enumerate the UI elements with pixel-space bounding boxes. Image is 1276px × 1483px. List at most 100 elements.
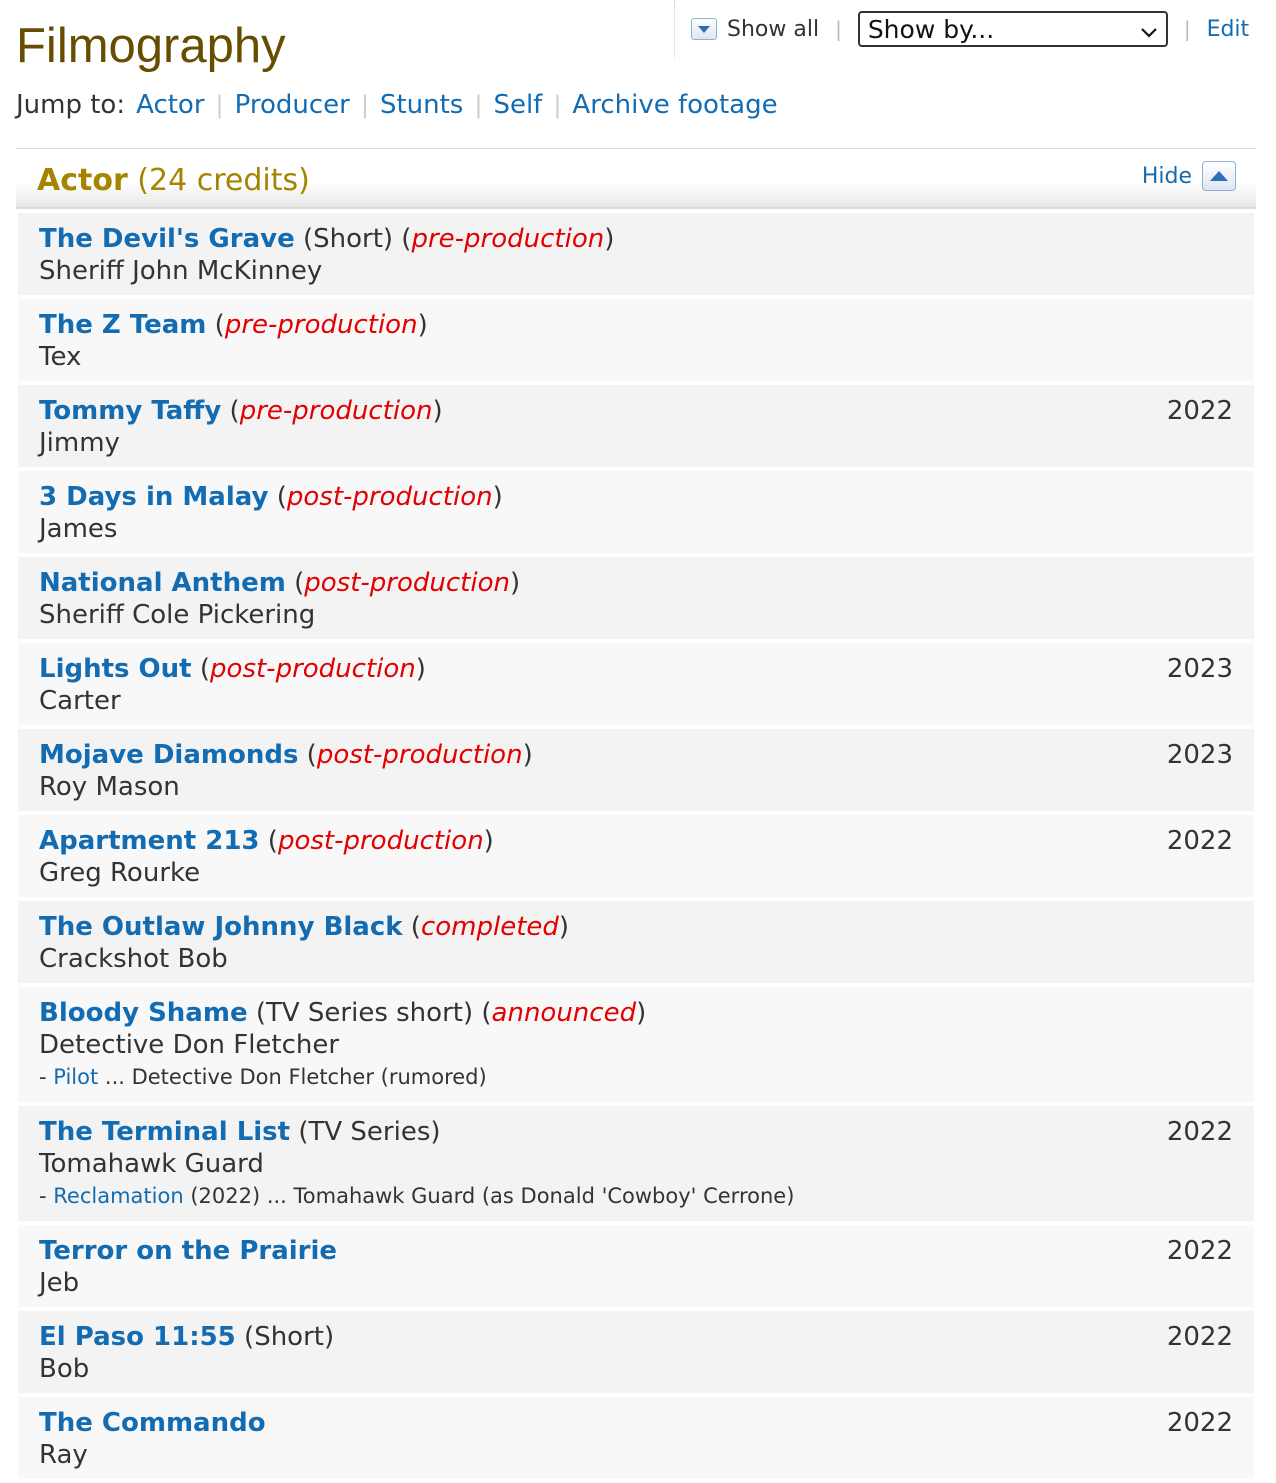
credit-status: post-production <box>286 482 493 512</box>
credit-year: 2022 <box>1166 1408 1233 1438</box>
credit-title-link[interactable]: The Commando <box>39 1408 266 1438</box>
filmography-header: Filmography Show all | Show by... | Edit… <box>0 0 1276 150</box>
credit-title-link[interactable]: The Z Team <box>39 310 206 340</box>
credit-status: post-production <box>277 826 484 856</box>
credit-row: El Paso 11:55 (Short) Bob 2022 <box>18 1311 1254 1393</box>
edit-link[interactable]: Edit <box>1207 17 1250 42</box>
credit-count: (24 credits) <box>137 163 310 198</box>
jump-to-label: Jump to: <box>16 90 126 120</box>
credit-row: Apartment 213 (post-production) Greg Rour… <box>18 815 1254 897</box>
credit-title-line: The Devil's Grave (Short) (pre-productio… <box>39 224 615 254</box>
credit-status: post-production <box>316 740 523 770</box>
divider: | <box>215 91 224 119</box>
credit-type: (TV Series short) <box>255 998 474 1028</box>
divider: | <box>835 17 842 41</box>
hide-label: Hide <box>1141 163 1192 189</box>
credit-row: Lights Out (post-production) Carter 2023 <box>18 643 1254 725</box>
credit-role: Sheriff John McKinney <box>39 256 323 286</box>
credit-title-line: Lights Out (post-production) <box>39 654 426 684</box>
credit-title-link[interactable]: Bloody Shame <box>39 998 248 1028</box>
credit-title-link[interactable]: El Paso 11:55 <box>39 1322 236 1352</box>
credit-status: announced <box>491 998 637 1028</box>
credit-row: The Z Team (pre-production) Tex <box>18 299 1254 381</box>
credit-type: (Short) <box>302 224 394 254</box>
credit-row: The Devil's Grave (Short) (pre-productio… <box>18 213 1254 295</box>
credit-title-link[interactable]: Apartment 213 <box>39 826 260 856</box>
credit-status: post-production <box>304 568 510 598</box>
credit-title-link[interactable]: National Anthem <box>39 568 286 598</box>
credit-title-line: The Outlaw Johnny Black (completed) <box>39 912 570 942</box>
episode-prefix: - <box>39 1184 54 1208</box>
credit-role: Tomahawk Guard <box>39 1149 264 1179</box>
credit-role: Greg Rourke <box>39 858 201 888</box>
credit-role: James <box>39 514 118 544</box>
credit-year: 2023 <box>1166 654 1233 684</box>
section-title: Actor (24 credits) <box>37 163 310 198</box>
credit-status: completed <box>420 912 559 942</box>
filmography-controls: Show all | Show by... | Edit <box>674 0 1276 58</box>
jump-link-archive-footage[interactable]: Archive footage <box>572 90 777 120</box>
credit-role: Roy Mason <box>39 772 180 802</box>
credit-row: National Anthem (post-production) Sheriff… <box>18 557 1254 639</box>
credit-title-line: El Paso 11:55 (Short) <box>39 1320 1233 1354</box>
credit-role: Jeb <box>39 1268 80 1298</box>
credit-row: Bloody Shame (TV Series short) (announce… <box>18 987 1254 1102</box>
credit-row: Tommy Taffy (pre-production) Jimmy 2022 <box>18 385 1254 467</box>
episode-details: ... Detective Don Fletcher (rumored) <box>98 1065 487 1089</box>
jump-link-producer[interactable]: Producer <box>235 90 350 120</box>
episode-prefix: - <box>39 1065 54 1089</box>
credit-type: (TV Series) <box>298 1117 441 1147</box>
credit-title-link[interactable]: The Outlaw Johnny Black <box>39 912 403 942</box>
credit-role: Sheriff Cole Pickering <box>39 600 316 630</box>
episode-line: - Pilot ... Detective Don Fletcher (rumo… <box>39 1062 1233 1092</box>
credit-role: Crackshot Bob <box>39 944 228 974</box>
show-all-button[interactable]: Show all <box>691 17 819 42</box>
jump-link-actor[interactable]: Actor <box>136 90 204 120</box>
credit-title-link[interactable]: 3 Days in Malay <box>39 482 268 512</box>
credit-title-link[interactable]: Tommy Taffy <box>39 396 221 426</box>
episode-link[interactable]: Pilot <box>53 1065 98 1089</box>
credit-title-line: The Z Team (pre-production) <box>39 310 428 340</box>
credit-title-link[interactable]: The Terminal List <box>39 1117 290 1147</box>
show-by-select[interactable]: Show by... <box>857 11 1168 47</box>
divider: | <box>553 91 562 119</box>
credit-status: pre-production <box>224 310 418 340</box>
credit-title-line: Tommy Taffy (pre-production) <box>39 396 443 426</box>
credit-type: (Short) <box>244 1322 335 1352</box>
divider <box>16 148 1256 149</box>
credit-title-line: The Terminal List (TV Series) <box>39 1115 1233 1149</box>
credit-title-line: Terror on the Prairie <box>39 1234 1233 1268</box>
credit-title-link[interactable]: Lights Out <box>39 654 192 684</box>
credit-title-line: 3 Days in Malay (post-production) <box>39 482 503 512</box>
credit-title-link[interactable]: The Devil's Grave <box>39 224 295 254</box>
jump-link-self[interactable]: Self <box>493 90 542 120</box>
credit-year: 2023 <box>1166 740 1233 770</box>
credit-role: Bob <box>39 1354 90 1384</box>
credit-status: pre-production <box>411 224 605 254</box>
credit-year: 2022 <box>1166 396 1233 426</box>
jump-link-stunts[interactable]: Stunts <box>380 90 463 120</box>
credit-role: Ray <box>39 1440 88 1470</box>
page-title: Filmography <box>16 19 286 73</box>
credit-role: Carter <box>39 686 121 716</box>
show-by-value: Show by... <box>867 14 995 44</box>
credit-title-line: Apartment 213 (post-production) <box>39 826 494 856</box>
divider: | <box>474 91 483 119</box>
credit-status: post-production <box>210 654 416 684</box>
episode-link[interactable]: Reclamation <box>53 1184 183 1208</box>
actor-section-header: Actor (24 credits) Hide <box>16 151 1256 209</box>
credit-year: 2022 <box>1166 1236 1233 1266</box>
divider: | <box>360 91 369 119</box>
show-all-label: Show all <box>727 16 820 42</box>
credit-year: 2022 <box>1166 826 1233 856</box>
episode-details: (2022) ... Tomahawk Guard (as Donald 'Co… <box>183 1184 795 1208</box>
jump-to-nav: Jump to: Actor | Producer | Stunts | Sel… <box>16 90 778 120</box>
credits-list: The Devil's Grave (Short) (pre-productio… <box>18 213 1254 1483</box>
credit-title-link[interactable]: Terror on the Prairie <box>39 1236 337 1266</box>
hide-section-button[interactable]: Hide <box>1142 161 1236 191</box>
credit-role: Tex <box>39 342 82 372</box>
credit-title-line: National Anthem (post-production) <box>39 568 521 598</box>
credit-title-link[interactable]: Mojave Diamonds <box>39 740 298 770</box>
credit-row: 3 Days in Malay (post-production) James <box>18 471 1254 553</box>
credit-title-line: The Commando <box>39 1406 1233 1440</box>
